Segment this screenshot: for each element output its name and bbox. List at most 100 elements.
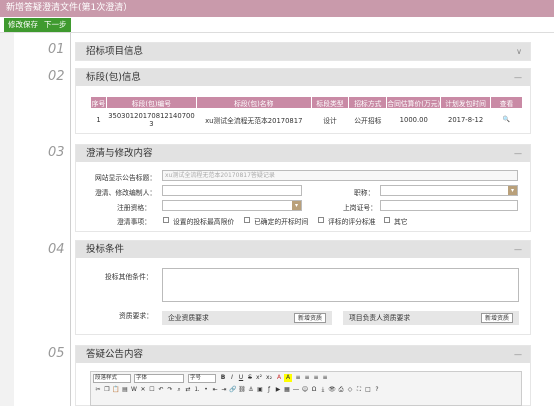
other-conditions-label: 投标其他条件： xyxy=(105,273,153,281)
view-icon[interactable]: 🔍 xyxy=(491,109,523,131)
col-header: 查看 xyxy=(490,96,523,109)
collapse-icon[interactable]: — xyxy=(514,241,522,258)
flash-icon[interactable]: ƒ xyxy=(265,386,273,394)
underline-icon[interactable]: U xyxy=(237,374,245,382)
paragraph-style-select[interactable]: 段落样式 xyxy=(93,374,131,383)
unlink-icon[interactable]: ⛓ xyxy=(238,386,246,394)
replace-icon[interactable]: ⇄ xyxy=(184,386,192,394)
window-title: 新增答疑澄清文件(第1次澄清） xyxy=(0,0,554,17)
horizontal-rule-icon[interactable]: ― xyxy=(292,386,300,394)
save-button[interactable]: 修改保存 xyxy=(4,18,42,32)
italic-icon[interactable]: I xyxy=(228,374,236,382)
page-break-icon[interactable]: ⤓ xyxy=(319,386,327,394)
col-header: 序号 xyxy=(90,96,107,109)
table-icon[interactable]: ▦ xyxy=(283,386,291,394)
cell-type: 设计 xyxy=(323,116,337,125)
highlight-icon[interactable]: A xyxy=(284,374,292,382)
cert-number-label: 上岗证号： xyxy=(343,204,377,212)
subscript-icon[interactable]: x₂ xyxy=(265,374,273,382)
add-company-qualification-button[interactable]: 新增资质 xyxy=(294,313,327,323)
section-header-announcement[interactable]: 答疑公告内容 — xyxy=(76,346,530,363)
next-button[interactable]: 下一步 xyxy=(40,18,71,32)
checkbox-scoring[interactable] xyxy=(318,217,324,223)
justify-icon[interactable]: ≡ xyxy=(321,374,329,382)
add-pm-qualification-button[interactable]: 新增资质 xyxy=(481,313,514,323)
superscript-icon[interactable]: x² xyxy=(255,374,263,382)
cell-price: 1000.00 xyxy=(399,115,428,124)
company-qualification-box: 企业资质要求 新增资质 xyxy=(162,311,332,325)
align-center-icon[interactable]: ≡ xyxy=(303,374,311,382)
editor-person-input[interactable] xyxy=(162,185,302,196)
registration-select[interactable]: ▾ xyxy=(162,200,302,211)
company-qualification-label: 企业资质要求 xyxy=(168,314,209,322)
cell-name: xu测试全流程无范本20170817 xyxy=(205,116,303,125)
col-header: 合同估算价(万元) xyxy=(386,96,442,109)
bullet-list-icon[interactable]: • xyxy=(202,386,210,394)
clarify-items-label: 澄清事项： xyxy=(117,218,151,226)
paste-word-icon[interactable]: W xyxy=(130,386,138,394)
find-icon[interactable]: ⌕ xyxy=(175,386,183,394)
step-number-3: 03 xyxy=(48,145,65,160)
special-char-icon[interactable]: Ω xyxy=(310,386,318,394)
col-header: 标段类型 xyxy=(310,96,350,109)
preview-icon[interactable]: 👁 xyxy=(328,386,336,394)
cell-date: 2017-8-12 xyxy=(448,115,484,124)
fullscreen-icon[interactable]: ⛶ xyxy=(355,386,363,394)
section-header-project-info[interactable]: 招标项目信息 ∨ xyxy=(76,43,530,60)
align-right-icon[interactable]: ≡ xyxy=(312,374,320,382)
section-header-conditions[interactable]: 投标条件 — xyxy=(76,241,530,258)
checkbox-label: 设置的投标最高限价 xyxy=(173,218,235,226)
numbered-list-icon[interactable]: ⒈ xyxy=(193,386,201,394)
section-header-clarification[interactable]: 澄清与修改内容 — xyxy=(76,145,530,162)
emoticon-icon[interactable]: ☺ xyxy=(301,386,309,394)
select-all-icon[interactable]: ☐ xyxy=(148,386,156,394)
font-color-icon[interactable]: A xyxy=(275,374,283,382)
cut-icon[interactable]: ✂ xyxy=(94,386,102,394)
site-title-input[interactable]: xu测试全流程无范本20170817答疑记录 xyxy=(162,170,518,181)
indent-icon[interactable]: ⇥ xyxy=(220,386,228,394)
anchor-icon[interactable]: ⚓ xyxy=(247,386,255,394)
align-left-icon[interactable]: ≡ xyxy=(294,374,302,382)
job-title-label: 职称： xyxy=(354,189,375,197)
checkbox-other[interactable] xyxy=(384,217,390,223)
source-icon[interactable]: ◇ xyxy=(346,386,354,394)
delete-icon[interactable]: ✕ xyxy=(139,386,147,394)
cert-number-input[interactable] xyxy=(380,200,518,211)
bold-icon[interactable]: B xyxy=(219,374,227,382)
redo-icon[interactable]: ↷ xyxy=(166,386,174,394)
checkbox-max-price[interactable] xyxy=(163,217,169,223)
about-icon[interactable]: ? xyxy=(373,386,381,394)
outdent-icon[interactable]: ⇤ xyxy=(211,386,219,394)
col-header: 标段(包)编号 xyxy=(105,96,197,109)
font-size-select[interactable]: 字号 xyxy=(188,374,216,383)
checkbox-label: 已确定的开标时间 xyxy=(254,218,309,226)
font-select[interactable]: 字体 xyxy=(134,374,184,383)
copy-icon[interactable]: ❐ xyxy=(103,386,111,394)
paste-text-icon[interactable]: ▤ xyxy=(121,386,129,394)
collapse-icon[interactable]: — xyxy=(514,69,522,86)
maximize-icon[interactable]: □ xyxy=(364,386,372,394)
chevron-down-icon: ▾ xyxy=(292,201,301,210)
col-header: 招标方式 xyxy=(348,96,388,109)
expand-icon[interactable]: ∨ xyxy=(516,43,522,60)
collapse-icon[interactable]: — xyxy=(514,145,522,162)
col-header: 标段(包)名称 xyxy=(195,96,312,109)
link-icon[interactable]: 🔗 xyxy=(229,386,237,394)
chevron-down-icon: ▾ xyxy=(508,186,517,195)
left-gutter xyxy=(0,33,14,406)
step-number-2: 02 xyxy=(48,69,65,84)
image-icon[interactable]: ▣ xyxy=(256,386,264,394)
strikethrough-icon[interactable]: S xyxy=(246,374,254,382)
pm-qualification-label: 项目负责人资质要求 xyxy=(349,314,411,322)
undo-icon[interactable]: ↶ xyxy=(157,386,165,394)
bid-section-table: 序号 标段(包)编号 标段(包)名称 标段类型 招标方式 合同估算价(万元) 计… xyxy=(90,96,523,131)
job-title-select[interactable]: ▾ xyxy=(380,185,518,196)
print-icon[interactable]: ⎙ xyxy=(337,386,345,394)
media-icon[interactable]: ▶ xyxy=(274,386,282,394)
toolbar: 修改保存 下一步 xyxy=(0,17,554,33)
section-header-bid-section[interactable]: 标段(包)信息 — xyxy=(76,69,530,86)
paste-icon[interactable]: 📋 xyxy=(112,386,120,394)
collapse-icon[interactable]: — xyxy=(514,346,522,363)
checkbox-bid-open-time[interactable] xyxy=(244,217,250,223)
other-conditions-textarea[interactable] xyxy=(162,268,519,302)
